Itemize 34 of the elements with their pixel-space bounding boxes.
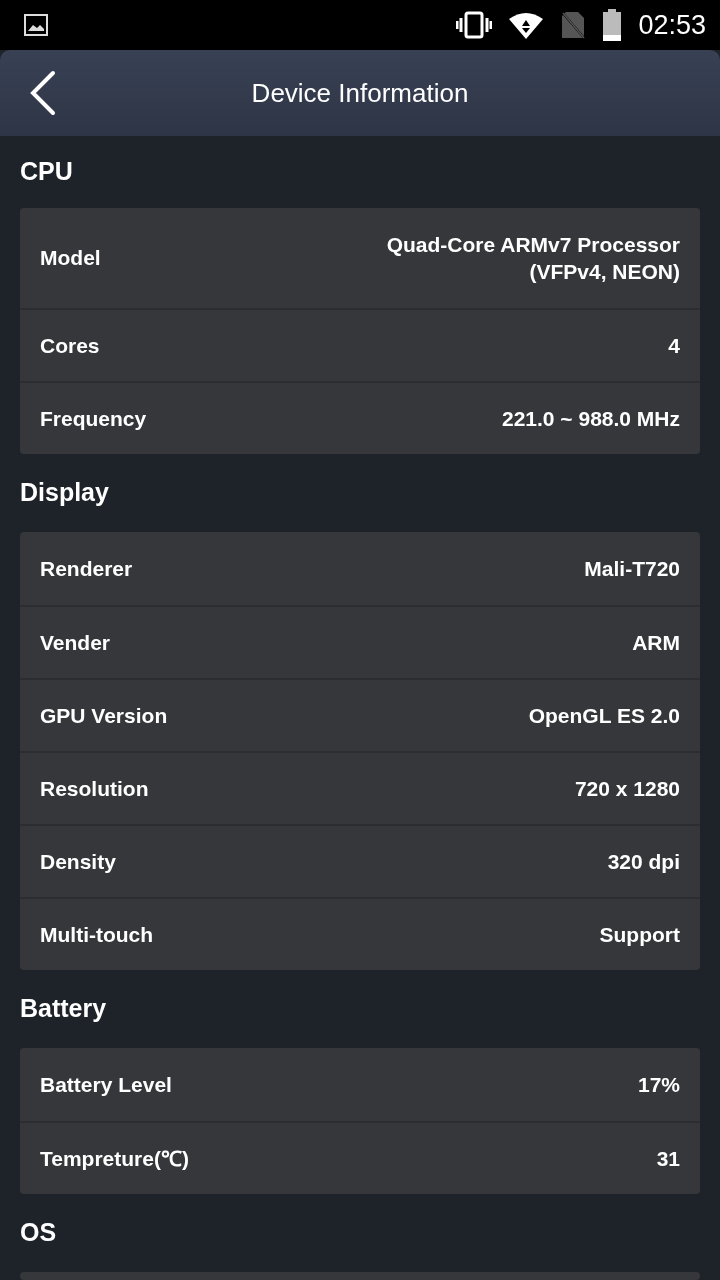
info-label: Resolution [40, 775, 149, 802]
info-value: 17% [637, 1071, 680, 1098]
section-heading: Display [20, 477, 109, 509]
no-sim-icon [560, 10, 587, 40]
info-label: Tempreture(℃) [40, 1145, 189, 1172]
info-label: Battery Level [40, 1071, 172, 1098]
section-heading: OS [20, 1217, 57, 1249]
info-label: Vender [40, 629, 111, 656]
info-label: Cores [40, 332, 100, 359]
picture-icon [24, 14, 48, 36]
info-value: Quad-Core ARMv7 Processor (VFPv4, NEON) [385, 231, 680, 285]
battery-icon [602, 9, 623, 41]
section-heading: CPU [20, 156, 73, 188]
screen-title: Device Information [251, 76, 469, 110]
info-value: 320 dpi [607, 848, 680, 875]
wifi-icon [508, 11, 545, 39]
info-value: 221.0 ~ 988.0 MHz [501, 405, 680, 432]
info-value: 720 x 1280 [574, 775, 680, 802]
info-value: 31 [656, 1145, 680, 1172]
info-label: Frequency [40, 405, 147, 432]
info-value: Support [599, 921, 680, 948]
info-value: 4 [668, 332, 680, 359]
info-label: GPU Version [40, 702, 168, 729]
info-value: OpenGL ES 2.0 [528, 702, 680, 729]
clock-time: 02:53 [638, 8, 706, 42]
section-heading: Battery [20, 993, 107, 1025]
info-label: Model [40, 245, 101, 272]
info-value: ARM [632, 629, 680, 656]
info-label: Multi-touch [40, 921, 154, 948]
info-label: Density [40, 848, 116, 875]
info-value: Mali-T720 [584, 555, 680, 582]
vibrate-icon [456, 11, 493, 39]
info-label: Renderer [40, 555, 133, 582]
back-button[interactable] [28, 70, 58, 116]
